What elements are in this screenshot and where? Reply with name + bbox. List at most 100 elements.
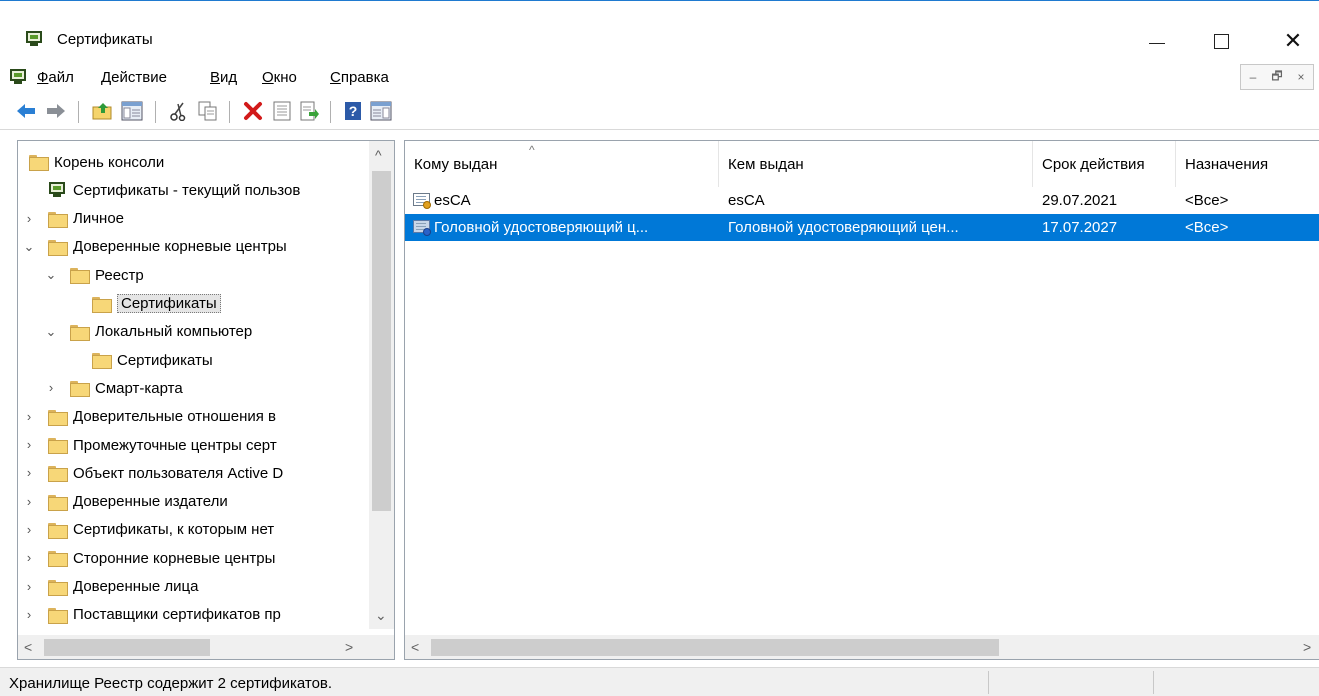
scroll-down-icon[interactable]: ⌄ [375, 607, 387, 624]
show-hide-action-pane-button[interactable] [369, 99, 393, 123]
certificate-icon [413, 220, 431, 236]
menu-window[interactable]: Окно [262, 69, 297, 86]
properties-icon [273, 101, 291, 121]
tree-item[interactable]: › Личное [18, 205, 368, 233]
collapsed-chevron-icon[interactable]: › [22, 211, 36, 226]
tree-item-label: Смарт-карта [95, 379, 183, 397]
minimize-button[interactable] [1134, 21, 1180, 61]
tree-item-label: Личное [73, 210, 125, 228]
system-menu-icon[interactable] [9, 69, 27, 85]
tree-item[interactable]: Корень консоли [18, 148, 368, 176]
delete-button[interactable] [241, 99, 265, 123]
help-button[interactable]: ? [341, 99, 365, 123]
expanded-chevron-icon[interactable]: ⌄ [44, 268, 58, 282]
tree-item-content: Поставщики сертификатов пр [48, 606, 281, 624]
expanded-chevron-icon[interactable]: ⌄ [44, 324, 58, 339]
tree-item[interactable]: ⌄ Локальный компьютер [18, 318, 368, 346]
column-header-issued-by-label: Кем выдан [728, 155, 804, 173]
tree-item-label: Доверенные лица [73, 578, 199, 595]
certificate-row-selected[interactable]: Головной удостоверяющий ц... Головной уд… [405, 214, 1319, 241]
scroll-right-icon[interactable]: > [1303, 639, 1311, 655]
scroll-left-icon[interactable]: < [411, 639, 419, 655]
collapsed-chevron-icon[interactable]: › [22, 409, 36, 424]
scroll-up-icon[interactable]: ^ [375, 147, 382, 163]
menu-help-accel: С [330, 69, 341, 86]
forward-button[interactable] [44, 99, 68, 123]
back-button[interactable] [14, 99, 38, 123]
tree-vertical-scrollbar[interactable]: ^ ⌄ [369, 141, 394, 629]
tree-item[interactable]: Сертификаты [18, 346, 368, 374]
folder-icon [48, 239, 68, 256]
toolbar: ? [0, 92, 1319, 130]
collapsed-chevron-icon[interactable]: › [22, 522, 36, 537]
toolbar-separator [330, 101, 331, 123]
menu-help[interactable]: Справка [330, 69, 389, 86]
expanded-chevron-icon[interactable]: ⌄ [22, 239, 36, 254]
certificate-row[interactable]: esCA esCA 29.07.2021 <Все> [405, 187, 1319, 214]
collapsed-chevron-icon[interactable]: › [22, 494, 36, 509]
close-button[interactable]: ✕ [1270, 21, 1316, 61]
up-one-level-button[interactable] [91, 99, 115, 123]
copy-button[interactable] [196, 99, 220, 123]
cell-purposes: <Все> [1185, 219, 1229, 236]
folder-icon [92, 296, 112, 313]
collapsed-chevron-icon[interactable]: › [22, 438, 36, 452]
certificates-snapin-icon [48, 182, 66, 198]
scroll-left-icon[interactable]: < [24, 639, 32, 655]
tree-item[interactable]: › Сертификаты, к которым нет [18, 516, 368, 544]
collapsed-chevron-icon[interactable]: › [44, 381, 58, 395]
folder-icon [48, 438, 68, 454]
column-header-issued-to[interactable]: ^ Кому выдан [405, 141, 719, 187]
tree-vertical-scroll-thumb[interactable] [372, 171, 391, 511]
column-header-issued-by[interactable]: Кем выдан [719, 141, 1033, 187]
tree-item[interactable]: › Доверительные отношения в [18, 403, 368, 431]
column-header-purposes[interactable]: Назначения [1176, 141, 1319, 187]
svg-text:?: ? [349, 103, 358, 119]
tree-item[interactable]: › Смарт-карта [18, 374, 368, 402]
tree-item[interactable]: ⌄Сертификаты - текущий пользов [18, 176, 368, 204]
tree-item-label: Сертификаты, к которым нет [73, 521, 275, 539]
collapsed-chevron-icon[interactable]: › [22, 579, 36, 594]
scroll-right-icon[interactable]: > [345, 639, 353, 655]
tree-horizontal-scrollbar[interactable]: < > [18, 635, 394, 659]
tree-item-content: Сертификаты - текущий пользов [48, 182, 300, 199]
export-list-button[interactable] [298, 99, 322, 123]
tree-item-label: Сертификаты [117, 351, 213, 369]
cut-button[interactable] [167, 99, 191, 123]
menu-view[interactable]: Вид [210, 69, 237, 86]
column-header-expiration[interactable]: Срок действия [1033, 141, 1176, 187]
menu-file[interactable]: Файл [37, 69, 74, 86]
collapsed-chevron-icon[interactable]: › [22, 607, 36, 622]
toolbar-separator [78, 101, 79, 123]
menu-action[interactable]: Действие [101, 69, 167, 86]
list-horizontal-scrollbar[interactable]: < > [405, 635, 1319, 659]
mdi-close-button[interactable]: × [1289, 70, 1313, 84]
menu-action-accel: Д [101, 69, 112, 86]
minimize-icon [1149, 42, 1165, 44]
show-hide-tree-button[interactable] [120, 99, 144, 123]
tree-item-content: Локальный компьютер [70, 323, 252, 341]
mdi-restore-button[interactable]: 🗗 [1265, 67, 1289, 88]
tree-item[interactable]: › Доверенные издатели [18, 488, 368, 516]
tree-item[interactable]: › Доверенные лица [18, 573, 368, 601]
mdi-minimize-button[interactable]: – [1241, 70, 1265, 84]
certificate-list-pane: ^ Кому выдан Кем выдан Срок действия Наз… [404, 140, 1319, 660]
properties-button[interactable] [270, 99, 294, 123]
folder-icon [48, 551, 68, 568]
window-title: Сертификаты [57, 31, 153, 48]
tree-item[interactable]: › Промежуточные центры серт [18, 431, 368, 459]
folder-icon [70, 268, 90, 285]
menu-action-rest: ействие [111, 69, 167, 86]
maximize-button[interactable] [1198, 21, 1244, 61]
help-icon: ? [345, 102, 361, 120]
tree-item[interactable]: Сертификаты [18, 290, 368, 318]
list-horizontal-scroll-thumb[interactable] [431, 639, 999, 656]
tree-item[interactable]: ⌄ Доверенные корневые центры [18, 233, 368, 261]
tree-item[interactable]: › Объект пользователя Active D [18, 459, 368, 487]
tree-item[interactable]: › Поставщики сертификатов пр [18, 601, 368, 629]
collapsed-chevron-icon[interactable]: › [22, 466, 36, 480]
tree-item[interactable]: ⌄ Реестр [18, 261, 368, 289]
tree-item[interactable]: › Сторонние корневые центры [18, 544, 368, 572]
collapsed-chevron-icon[interactable]: › [22, 551, 36, 565]
tree-horizontal-scroll-thumb[interactable] [44, 639, 210, 656]
